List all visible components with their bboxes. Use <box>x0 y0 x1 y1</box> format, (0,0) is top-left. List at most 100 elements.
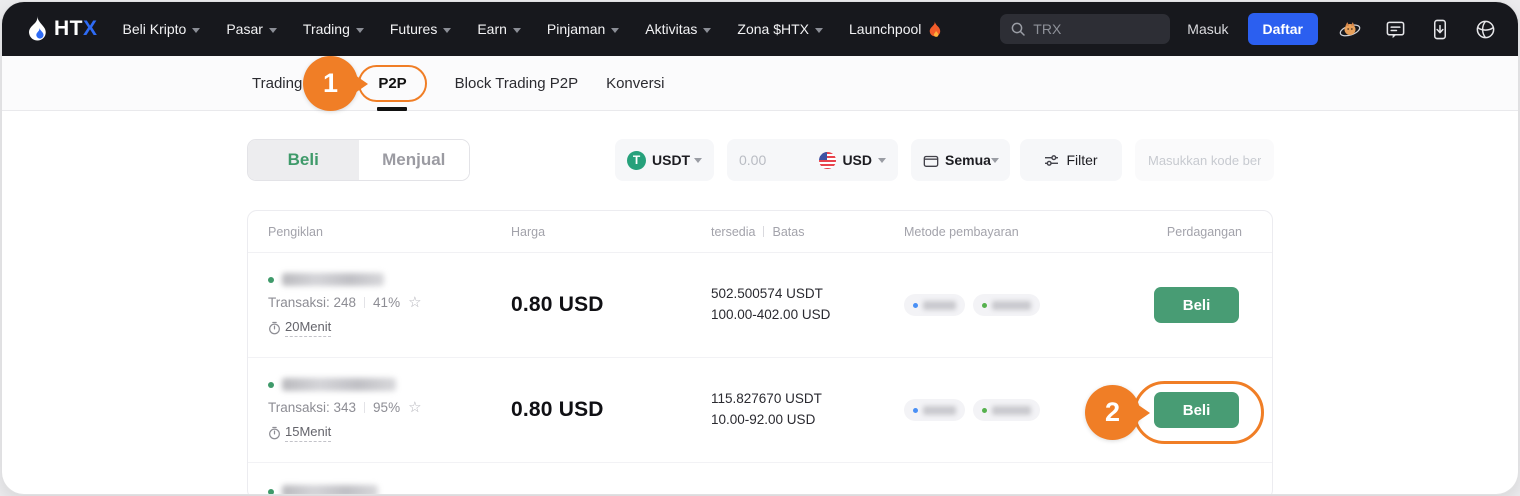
p2p-subnav: Trading P2P Block Trading P2P Konversi <box>2 56 1518 111</box>
amount-input-group: USD <box>727 139 898 181</box>
usa-flag-icon <box>819 151 837 169</box>
available-amount: 502.500574 USDT <box>711 286 823 302</box>
advertiser-name-blurred[interactable] <box>282 378 396 391</box>
chevron-down-icon <box>355 27 364 33</box>
payment-method-blurred <box>973 294 1040 316</box>
tab-p2p[interactable]: P2P <box>358 64 427 102</box>
search-icon <box>1011 22 1026 36</box>
share-code-input[interactable] <box>1148 152 1261 168</box>
menu-zona-htx[interactable]: Zona $HTX <box>724 2 836 56</box>
payment-method-select[interactable]: Semua <box>911 139 1010 181</box>
payment-methods-cell <box>904 294 1154 316</box>
offer-price: 0.80 USD <box>511 398 604 421</box>
fiat-select[interactable]: USD <box>819 151 886 169</box>
offer-row-partial <box>248 463 1272 494</box>
favorite-star-icon[interactable]: ☆ <box>408 295 421 310</box>
annotation-step-1: 1 <box>303 56 358 111</box>
clock-icon <box>269 426 280 440</box>
advertiser-name-blurred[interactable] <box>282 485 378 494</box>
wallet-icon <box>923 155 939 167</box>
offer-price: 0.80 USD <box>511 293 604 316</box>
chevron-down-icon <box>443 27 452 33</box>
chevron-down-icon <box>815 27 823 33</box>
col-available-limit: tersedia Batas <box>711 224 805 239</box>
payment-dot-green <box>982 302 987 308</box>
buy-button[interactable]: Beli <box>1154 392 1239 428</box>
col-trade: Perdagangan <box>1166 224 1242 239</box>
nav-icon-group <box>1339 18 1496 40</box>
buy-button[interactable]: Beli <box>1154 287 1239 323</box>
sell-toggle[interactable]: Menjual <box>358 140 469 180</box>
menu-pasar[interactable]: Pasar <box>213 2 290 56</box>
payment-method-blurred <box>973 399 1040 421</box>
tab-p2p-wrap: P2P <box>358 64 427 111</box>
filter-icon <box>1045 154 1059 166</box>
tab-trading[interactable]: Trading <box>252 75 302 92</box>
active-tab-underline <box>377 106 408 111</box>
usdt-coin-icon: T <box>627 150 646 170</box>
table-header: Pengiklan Harga tersedia Batas Metode pem… <box>248 211 1272 253</box>
order-limit: 100.00-402.00 USD <box>711 307 831 322</box>
chevron-down-icon <box>192 27 201 33</box>
annotation-step-2: 2 <box>1085 385 1140 440</box>
menu-pinjaman[interactable]: Pinjaman <box>534 2 632 56</box>
payment-dot-green <box>982 407 987 413</box>
available-limit-cell: 502.500574 USDT 100.00-402.00 USD <box>711 284 904 326</box>
tab-block-trading-p2p[interactable]: Block Trading P2P <box>455 75 578 92</box>
fire-icon <box>930 20 941 37</box>
menu-futures[interactable]: Futures <box>377 2 464 56</box>
login-link[interactable]: Masuk <box>1187 21 1228 37</box>
crypto-select[interactable]: T USDT <box>615 139 714 181</box>
advertiser-name-blurred[interactable] <box>282 273 384 286</box>
online-status-dot <box>268 488 274 494</box>
buy-toggle[interactable]: Beli <box>248 140 359 180</box>
main-menu: Beli Kripto Pasar Trading Futures Earn P… <box>110 2 955 56</box>
menu-beli-kripto[interactable]: Beli Kripto <box>110 2 214 56</box>
meta-divider <box>364 297 366 308</box>
payment-method-blurred <box>904 294 965 316</box>
online-status-dot <box>268 276 274 283</box>
chevron-down-icon <box>990 157 999 163</box>
available-limit-cell: 115.827670 USDT 10.00-92.00 USD <box>711 389 904 431</box>
search-box[interactable] <box>1000 14 1171 44</box>
payment-dot-blue <box>913 407 918 413</box>
top-navbar: HTX Beli Kripto Pasar Trading Futures Ea… <box>2 2 1518 56</box>
col-advertiser: Pengiklan <box>268 224 323 239</box>
search-input[interactable] <box>1033 21 1144 37</box>
tab-konversi[interactable]: Konversi <box>606 75 664 92</box>
menu-trading[interactable]: Trading <box>290 2 377 56</box>
online-status-dot <box>268 381 274 388</box>
meta-divider <box>364 402 366 413</box>
side-toggle: Beli Menjual <box>247 139 470 181</box>
browser-window: HTX Beli Kripto Pasar Trading Futures Ea… <box>2 2 1518 494</box>
offers-table: Pengiklan Harga tersedia Batas Metode pem… <box>247 210 1273 494</box>
support-chat-icon[interactable] <box>1384 18 1406 40</box>
favorite-star-icon[interactable]: ☆ <box>408 400 421 415</box>
chevron-down-icon <box>694 157 702 163</box>
offer-row: Transaksi: 248 41% ☆ 20Menit 0.80 USD 50… <box>248 253 1272 358</box>
payment-time-limit: 15Menit <box>285 424 332 442</box>
payment-method-blurred <box>904 399 965 421</box>
order-limit: 10.00-92.00 USD <box>711 412 816 427</box>
clock-icon <box>269 321 280 335</box>
payment-time-limit: 20Menit <box>285 319 332 337</box>
filter-button[interactable]: Filter <box>1020 139 1122 181</box>
filters-row: Beli Menjual T USDT USD <box>2 139 1518 181</box>
chevron-down-icon <box>268 27 277 33</box>
advertiser-cell: Transaksi: 343 95% ☆ 15Menit <box>268 378 511 442</box>
app-download-icon[interactable] <box>1429 18 1451 40</box>
chevron-down-icon <box>878 157 886 163</box>
chevron-down-icon <box>611 27 620 33</box>
col-price: Harga <box>511 224 546 239</box>
advertiser-cell: Transaksi: 248 41% ☆ 20Menit <box>268 273 511 337</box>
menu-launchpool[interactable]: Launchpool <box>836 2 954 56</box>
signup-button[interactable]: Daftar <box>1247 13 1318 45</box>
language-globe-icon[interactable] <box>1474 18 1496 40</box>
htx-logo[interactable]: HTX <box>24 15 98 43</box>
available-amount: 115.827670 USDT <box>711 391 822 407</box>
htx-flame-icon <box>29 15 46 40</box>
rewards-mascot-icon[interactable] <box>1339 18 1361 40</box>
menu-earn[interactable]: Earn <box>464 2 534 56</box>
amount-input[interactable] <box>739 152 801 168</box>
menu-aktivitas[interactable]: Aktivitas <box>632 2 724 56</box>
